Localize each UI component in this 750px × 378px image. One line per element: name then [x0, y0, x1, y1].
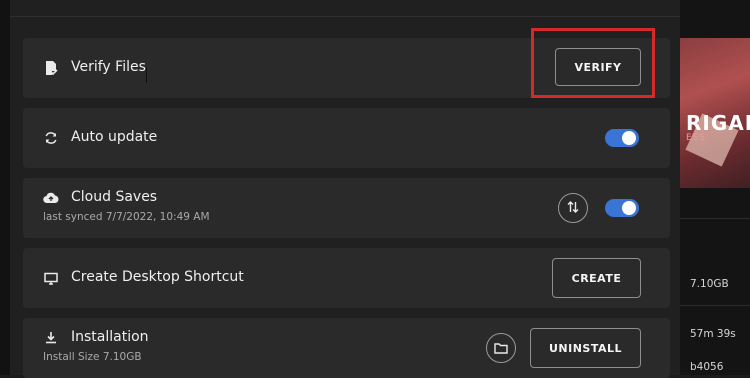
- game-background: RIGADE ESS 7.10GB 57m 39s b4056: [680, 0, 750, 375]
- sync-arrows-icon: [567, 199, 579, 218]
- open-folder-button[interactable]: [486, 333, 516, 363]
- divider: [680, 305, 750, 306]
- installation-title: Installation: [71, 329, 149, 345]
- installation-row: Installation Install Size 7.10GB UNINSTA…: [23, 318, 670, 378]
- cloud-sync-button[interactable]: [558, 193, 588, 223]
- uninstall-button[interactable]: UNINSTALL: [530, 328, 641, 368]
- game-title: RIGADE: [686, 111, 750, 135]
- file-check-icon: [43, 60, 59, 76]
- monitor-icon: [43, 270, 59, 286]
- cloud-saves-row: Cloud Saves last synced 7/7/2022, 10:49 …: [23, 178, 670, 238]
- time-label: 57m 39s: [690, 328, 736, 340]
- text-cursor: [146, 67, 147, 83]
- verify-files-title: Verify Files: [71, 59, 146, 75]
- desktop-shortcut-row: Create Desktop Shortcut CREATE: [23, 248, 670, 308]
- highlight-box: [531, 28, 655, 98]
- create-shortcut-button[interactable]: CREATE: [552, 258, 641, 298]
- partial-label: b4056: [690, 361, 724, 373]
- folder-icon: [494, 339, 508, 358]
- toggle-knob: [622, 131, 636, 145]
- refresh-icon: [43, 130, 59, 146]
- left-edge: [0, 0, 10, 375]
- cloud-saves-title: Cloud Saves: [71, 189, 158, 205]
- size-label: 7.10GB: [690, 278, 729, 290]
- auto-update-toggle[interactable]: [605, 129, 639, 147]
- auto-update-title: Auto update: [71, 129, 158, 145]
- auto-update-row: Auto update: [23, 108, 670, 168]
- game-subtitle: ESS: [686, 133, 707, 143]
- cloud-upload-icon: [43, 190, 59, 206]
- toggle-knob: [622, 201, 636, 215]
- last-synced-text: last synced 7/7/2022, 10:49 AM: [43, 211, 210, 223]
- download-icon: [43, 329, 59, 345]
- top-divider: [10, 16, 680, 17]
- cloud-saves-toggle[interactable]: [605, 199, 639, 217]
- install-size-text: Install Size 7.10GB: [43, 351, 142, 363]
- divider: [680, 218, 750, 219]
- desktop-shortcut-title: Create Desktop Shortcut: [71, 269, 244, 285]
